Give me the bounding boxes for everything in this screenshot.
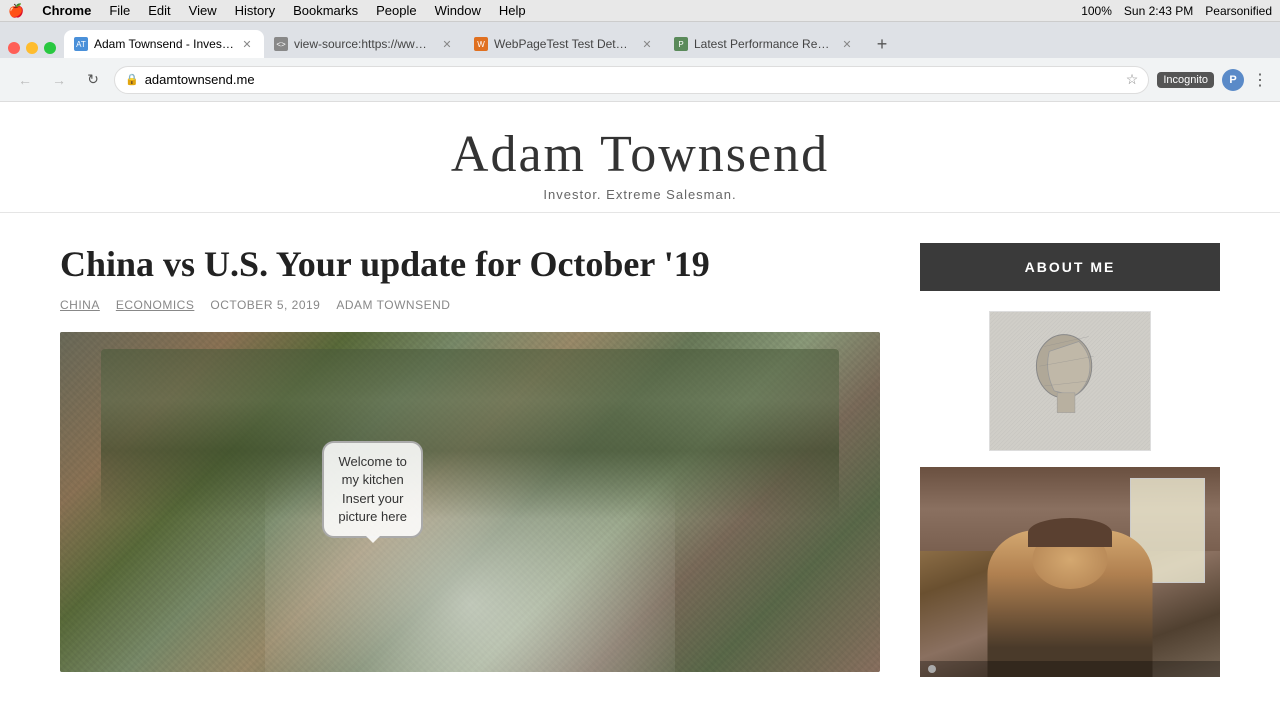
tab-4-label: Latest Performance Report fo...: [694, 37, 834, 51]
tab-2[interactable]: <> view-source:https://www.ada... ✕: [264, 30, 464, 58]
bookmark-star-icon[interactable]: ☆: [1126, 71, 1139, 88]
reload-button[interactable]: ↻: [80, 67, 106, 93]
tab-3-favicon: W: [474, 37, 488, 51]
site-header: Adam Townsend Investor. Extreme Salesman…: [0, 102, 1280, 213]
tab-3-label: WebPageTest Test Details - D...: [494, 37, 634, 51]
menu-bookmarks[interactable]: Bookmarks: [293, 3, 358, 18]
username: Pearsonified: [1205, 4, 1272, 18]
tab-2-favicon: <>: [274, 37, 288, 51]
video-overlay: [920, 661, 1220, 677]
tab-bar: AT Adam Townsend - Investor. E... ✕ <> v…: [0, 22, 1280, 58]
sidebar: ABOUT ME: [920, 243, 1220, 677]
portrait-sketch-image: [990, 312, 1150, 450]
post-meta: CHINA ECONOMICS OCTOBER 5, 2019 ADAM TOW…: [60, 298, 880, 312]
address-bar-right: Incognito P ⋮: [1157, 69, 1268, 91]
new-tab-button[interactable]: +: [868, 30, 896, 58]
speech-bubble: Welcome to my kitchen Insert your pictur…: [322, 441, 423, 538]
tab-4[interactable]: P Latest Performance Report fo... ✕: [664, 30, 864, 58]
back-button[interactable]: ←: [12, 67, 38, 93]
content-area: China vs U.S. Your update for October '1…: [60, 243, 920, 677]
tab-3-close[interactable]: ✕: [640, 37, 654, 51]
tab-1-label: Adam Townsend - Investor. E...: [94, 37, 234, 51]
close-button[interactable]: [8, 42, 20, 54]
incognito-badge: Incognito: [1157, 72, 1214, 88]
post-date: OCTOBER 5, 2019: [210, 298, 320, 312]
lock-icon: 🔒: [125, 73, 139, 86]
tab-4-close[interactable]: ✕: [840, 37, 854, 51]
minimize-button[interactable]: [26, 42, 38, 54]
menu-people[interactable]: People: [376, 3, 416, 18]
mac-status-icons: 100% Sun 2:43 PM Pearsonified: [1081, 4, 1272, 18]
tab-3[interactable]: W WebPageTest Test Details - D... ✕: [464, 30, 664, 58]
site-content: Adam Townsend Investor. Extreme Salesman…: [0, 102, 1280, 720]
battery-label: 100%: [1081, 4, 1112, 18]
url-text: adamtownsend.me: [145, 72, 1120, 87]
menu-view[interactable]: View: [189, 3, 217, 18]
forward-button[interactable]: →: [46, 67, 72, 93]
tab-2-label: view-source:https://www.ada...: [294, 37, 434, 51]
speech-line-1: Welcome to: [338, 453, 407, 471]
video-dot-icon: [928, 665, 936, 673]
tab-4-favicon: P: [674, 37, 688, 51]
post-author: ADAM TOWNSEND: [336, 298, 450, 312]
clock: Sun 2:43 PM: [1124, 4, 1193, 18]
speech-line-3: Insert your: [338, 490, 407, 508]
post-image-background: Welcome to my kitchen Insert your pictur…: [60, 332, 880, 672]
site-title: Adam Townsend: [0, 126, 1280, 183]
menu-window[interactable]: Window: [435, 3, 481, 18]
site-main: China vs U.S. Your update for October '1…: [0, 213, 1280, 697]
tag-china[interactable]: CHINA: [60, 298, 100, 312]
tab-1[interactable]: AT Adam Townsend - Investor. E... ✕: [64, 30, 264, 58]
menu-chrome[interactable]: Chrome: [42, 3, 91, 18]
tab-2-close[interactable]: ✕: [440, 37, 454, 51]
menu-edit[interactable]: Edit: [148, 3, 170, 18]
mac-menus: 🍎 Chrome File Edit View History Bookmark…: [8, 3, 526, 19]
speech-line-4: picture here: [338, 508, 407, 526]
address-bar: ← → ↻ 🔒 adamtownsend.me ☆ Incognito P ⋮: [0, 58, 1280, 102]
profile-avatar[interactable]: P: [1222, 69, 1244, 91]
mac-menubar: 🍎 Chrome File Edit View History Bookmark…: [0, 0, 1280, 22]
video-person-image: [920, 467, 1220, 677]
sidebar-portrait: [989, 311, 1151, 451]
url-bar[interactable]: 🔒 adamtownsend.me ☆: [114, 66, 1149, 94]
post-image: Welcome to my kitchen Insert your pictur…: [60, 332, 880, 672]
menu-help[interactable]: Help: [499, 3, 526, 18]
sidebar-video[interactable]: [920, 467, 1220, 677]
about-me-button[interactable]: ABOUT ME: [920, 243, 1220, 291]
tab-1-close[interactable]: ✕: [240, 37, 254, 51]
maximize-button[interactable]: [44, 42, 56, 54]
tag-economics[interactable]: ECONOMICS: [116, 298, 195, 312]
speech-line-2: my kitchen: [338, 471, 407, 489]
menu-file[interactable]: File: [109, 3, 130, 18]
post-title: China vs U.S. Your update for October '1…: [60, 243, 880, 286]
apple-logo[interactable]: 🍎: [8, 3, 24, 19]
menu-history[interactable]: History: [235, 3, 275, 18]
tab-1-favicon: AT: [74, 37, 88, 51]
menu-dots-icon[interactable]: ⋮: [1252, 70, 1268, 90]
site-tagline: Investor. Extreme Salesman.: [0, 187, 1280, 202]
